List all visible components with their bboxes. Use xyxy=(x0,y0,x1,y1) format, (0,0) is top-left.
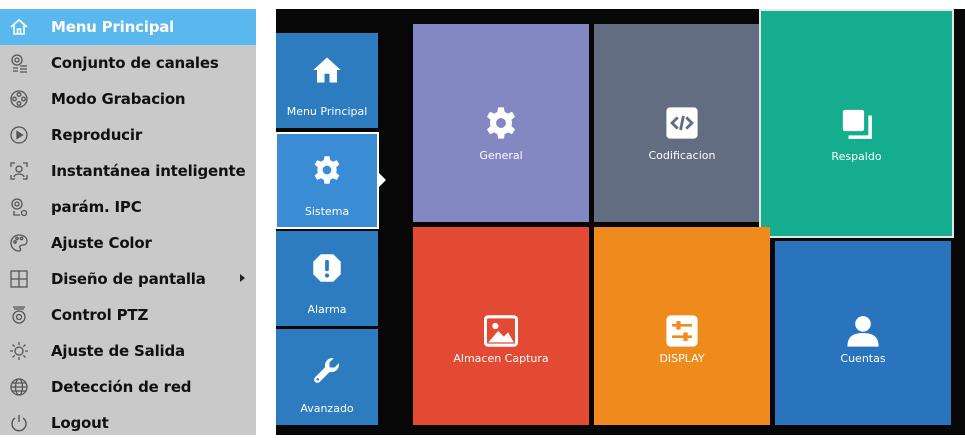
menu-item-ajuste-color[interactable]: Ajuste Color xyxy=(0,225,256,261)
camera-list-icon xyxy=(8,52,30,74)
home-icon xyxy=(8,16,30,38)
tile-label: Cuentas xyxy=(840,352,886,365)
user-icon xyxy=(775,314,951,348)
context-menu: Menu Principal Conjunto de canales Modo … xyxy=(0,9,256,435)
tile-respaldo[interactable]: Respaldo xyxy=(759,9,954,238)
menu-item-label: Logout xyxy=(51,414,109,432)
gear-icon xyxy=(276,155,378,185)
sidebar-item-label: Menu Principal xyxy=(286,105,368,118)
sliders-icon xyxy=(594,314,770,348)
palette-icon xyxy=(8,232,30,254)
tile-label: Respaldo xyxy=(831,150,882,163)
tile-label: Almacen Captura xyxy=(453,352,549,365)
alert-icon xyxy=(276,253,378,283)
sidebar-item-sistema[interactable]: Sistema xyxy=(275,132,379,229)
sidebar-item-label: Avanzado xyxy=(300,402,354,415)
sidebar-item-avanzado[interactable]: Avanzado xyxy=(276,329,378,425)
menu-item-label: Menu Principal xyxy=(51,18,175,36)
menu-item-label: Control PTZ xyxy=(51,306,149,324)
sidebar-item-label: Sistema xyxy=(304,205,350,218)
menu-item-label: Reproducir xyxy=(51,126,143,144)
menu-item-param-ipc[interactable]: parám. IPC xyxy=(0,189,256,225)
tile-general[interactable]: General xyxy=(413,24,589,222)
film-reel-icon xyxy=(8,88,30,110)
brightness-icon xyxy=(8,340,30,362)
tile-almacen-captura[interactable]: Almacen Captura xyxy=(413,227,589,425)
menu-item-deteccion-de-red[interactable]: Detección de red xyxy=(0,369,256,405)
system-panel: Menu Principal Sistema Alarma Avanzado G… xyxy=(275,9,965,435)
tile-codificacion[interactable]: Codificacion xyxy=(594,24,770,222)
menu-item-label: Detección de red xyxy=(51,378,192,396)
menu-item-label: Ajuste Color xyxy=(51,234,152,252)
tile-display[interactable]: DISPLAY xyxy=(594,227,770,425)
sidebar-item-alarma[interactable]: Alarma xyxy=(276,231,378,326)
menu-item-conjunto-de-canales[interactable]: Conjunto de canales xyxy=(0,45,256,81)
menu-item-diseno-de-pantalla[interactable]: Diseño de pantalla xyxy=(0,261,256,297)
sidebar-item-menu-principal[interactable]: Menu Principal xyxy=(276,33,378,128)
wrench-icon xyxy=(276,355,378,385)
tile-label: Codificacion xyxy=(648,149,716,162)
menu-item-modo-grabacion[interactable]: Modo Grabacion xyxy=(0,81,256,117)
menu-item-instantanea-inteligente[interactable]: Instantánea inteligente xyxy=(0,153,256,189)
sidebar-item-label: Alarma xyxy=(307,303,347,316)
camera-settings-icon xyxy=(8,196,30,218)
menu-item-label: Diseño de pantalla xyxy=(51,270,206,288)
menu-item-ajuste-de-salida[interactable]: Ajuste de Salida xyxy=(0,333,256,369)
globe-icon xyxy=(8,376,30,398)
menu-item-menu-principal[interactable]: Menu Principal xyxy=(0,9,256,45)
menu-item-label: Modo Grabacion xyxy=(51,90,186,108)
home-icon xyxy=(276,55,378,85)
menu-item-logout[interactable]: Logout xyxy=(0,405,256,441)
menu-item-label: Instantánea inteligente xyxy=(51,162,246,180)
face-detect-icon xyxy=(8,160,30,182)
grid-layout-icon xyxy=(8,268,30,290)
submenu-arrow-icon xyxy=(240,274,245,282)
menu-item-label: parám. IPC xyxy=(51,198,142,216)
tile-label: DISPLAY xyxy=(659,352,705,365)
menu-item-label: Ajuste de Salida xyxy=(51,342,185,360)
power-icon xyxy=(8,412,30,434)
play-circle-icon xyxy=(8,124,30,146)
menu-item-reproducir[interactable]: Reproducir xyxy=(0,117,256,153)
tile-label: General xyxy=(479,149,523,162)
copy-icon xyxy=(761,107,952,141)
menu-item-label: Conjunto de canales xyxy=(51,54,219,72)
gear-icon xyxy=(413,106,589,140)
menu-item-control-ptz[interactable]: Control PTZ xyxy=(0,297,256,333)
tile-cuentas[interactable]: Cuentas xyxy=(775,241,951,425)
image-icon xyxy=(413,314,589,348)
code-icon xyxy=(594,106,770,140)
ptz-camera-icon xyxy=(8,304,30,326)
selection-pointer-icon xyxy=(378,172,386,188)
